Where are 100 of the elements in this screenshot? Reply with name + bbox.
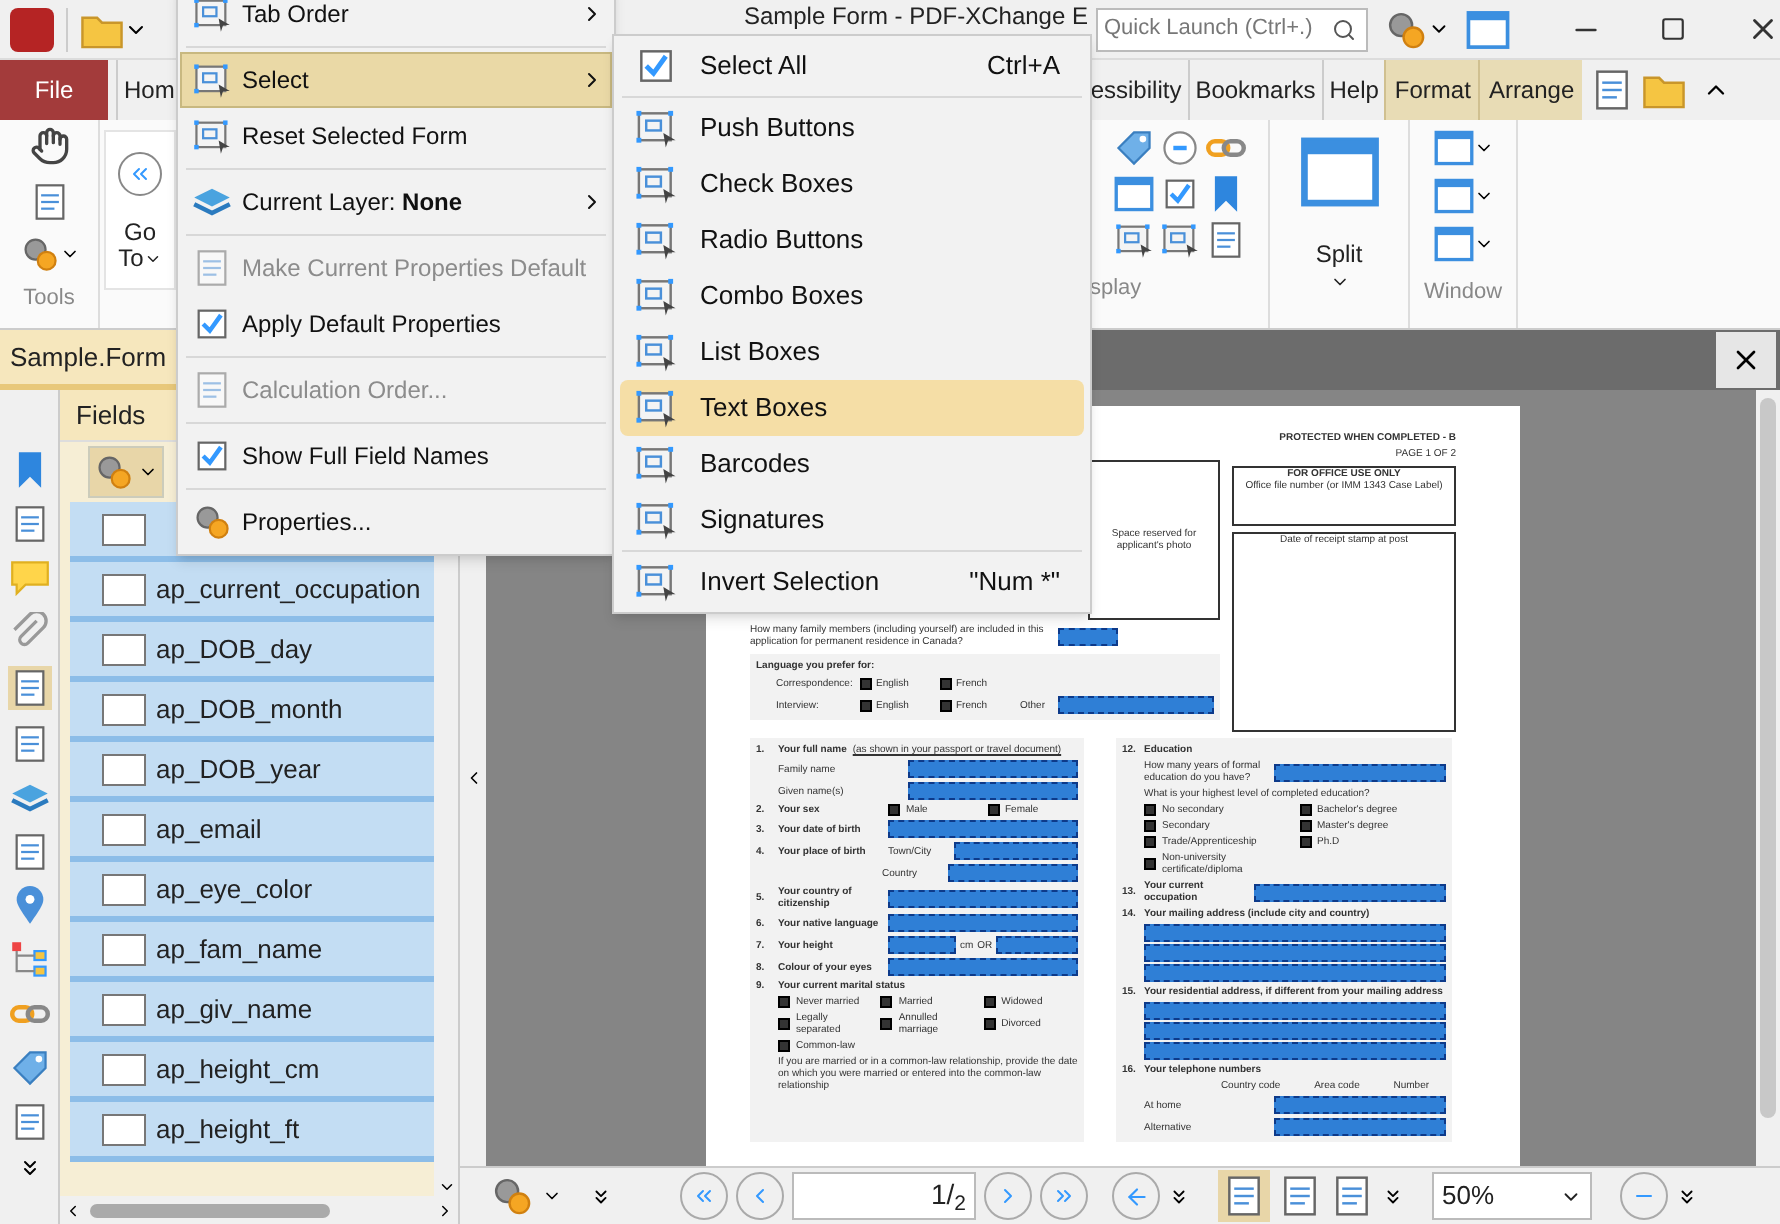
- form-input-field[interactable]: [1144, 1042, 1446, 1060]
- menu-item[interactable]: Current Layer: None: [180, 174, 612, 230]
- vertical-scrollbar[interactable]: [1756, 390, 1780, 1166]
- gear-icon[interactable]: [490, 1174, 534, 1218]
- window-icon[interactable]: [1113, 174, 1153, 214]
- form-input-field[interactable]: [1274, 1096, 1446, 1114]
- field-list-item[interactable]: ap_eye_color: [70, 862, 434, 922]
- checkbox[interactable]: [1144, 858, 1156, 870]
- form-input-field[interactable]: [888, 889, 1078, 907]
- next-page-button[interactable]: [984, 1172, 1032, 1220]
- options-button[interactable]: [88, 446, 164, 498]
- checkbox[interactable]: [987, 804, 999, 816]
- checkbox[interactable]: [1144, 820, 1156, 832]
- menu-item[interactable]: Reset Selected Form: [180, 108, 612, 164]
- form-field-icon[interactable]: [1159, 220, 1199, 260]
- ribbon-tab[interactable]: Format: [1384, 60, 1479, 120]
- checkbox[interactable]: [983, 1018, 996, 1030]
- menu-item[interactable]: List Boxes: [620, 324, 1084, 380]
- field-list-item[interactable]: ap_DOB_month: [70, 682, 434, 742]
- more-icon[interactable]: [1382, 1185, 1404, 1207]
- more-icon[interactable]: [590, 1185, 612, 1207]
- menu-item[interactable]: Select All Ctrl+A: [620, 38, 1084, 94]
- form-input-field[interactable]: [888, 820, 1078, 838]
- quick-launch-field[interactable]: Quick Launch (Ctrl+.): [1096, 7, 1368, 51]
- menu-item[interactable]: Select: [180, 52, 612, 108]
- tree-icon[interactable]: [9, 940, 49, 980]
- checkbox[interactable]: [1144, 836, 1156, 848]
- field-list-item[interactable]: ap_giv_name: [70, 982, 434, 1042]
- form-input-field[interactable]: [1254, 883, 1446, 901]
- field-list-item[interactable]: ap_email: [70, 802, 434, 862]
- ribbon-tab[interactable]: Arrange: [1478, 60, 1583, 120]
- form-input-field[interactable]: [996, 936, 1078, 954]
- form-input-field[interactable]: [948, 864, 1078, 882]
- field-list-item[interactable]: ap_DOB_year: [70, 742, 434, 802]
- document-icon[interactable]: [1330, 1174, 1374, 1218]
- form-field-icon[interactable]: [1113, 220, 1153, 260]
- document-tab[interactable]: Sample.Form: [0, 330, 176, 390]
- form-input-field[interactable]: [1144, 1022, 1446, 1040]
- form-input-field[interactable]: [954, 842, 1078, 860]
- scroll-right-icon[interactable]: [436, 1201, 454, 1219]
- menu-item[interactable]: Signatures: [620, 492, 1084, 548]
- form-input-field[interactable]: [1144, 944, 1446, 962]
- form-input-field[interactable]: [1274, 1118, 1446, 1136]
- horizontal-scrollbar[interactable]: [60, 1196, 458, 1224]
- more-icon[interactable]: [1168, 1185, 1190, 1207]
- form-input-field[interactable]: [1144, 1002, 1446, 1020]
- close-document-button[interactable]: [1716, 332, 1776, 388]
- menu-item[interactable]: Tab Order: [180, 0, 612, 42]
- form-input-field[interactable]: [1144, 964, 1446, 982]
- scroll-left-icon[interactable]: [64, 1201, 82, 1219]
- gear-icon[interactable]: [1384, 7, 1428, 51]
- document-icon[interactable]: [1222, 1174, 1266, 1218]
- menu-item[interactable]: Barcodes: [620, 436, 1084, 492]
- checkbox[interactable]: [778, 1018, 790, 1030]
- checkbox[interactable]: [1299, 804, 1311, 816]
- tag-icon[interactable]: [9, 1048, 49, 1088]
- last-page-button[interactable]: [1040, 1172, 1088, 1220]
- menu-item[interactable]: Show Full Field Names: [180, 428, 612, 484]
- more-icon[interactable]: [1676, 1185, 1698, 1207]
- form-input-field[interactable]: [1058, 627, 1118, 645]
- first-page-button[interactable]: [680, 1172, 728, 1220]
- menu-item[interactable]: Apply Default Properties: [180, 296, 612, 352]
- zoom-select[interactable]: 50%: [1432, 1172, 1592, 1220]
- form-input-field[interactable]: [1144, 924, 1446, 942]
- window-icon[interactable]: [1466, 7, 1510, 51]
- field-list-item[interactable]: ap_height_ft: [70, 1102, 434, 1162]
- zoom-out-icon[interactable]: [1159, 128, 1199, 168]
- menu-item[interactable]: Radio Buttons: [620, 212, 1084, 268]
- form-input-field[interactable]: [908, 760, 1078, 778]
- form-input-field[interactable]: [888, 914, 1078, 932]
- field-list-item[interactable]: ap_DOB_day: [70, 622, 434, 682]
- tag-icon[interactable]: [1113, 128, 1153, 168]
- checkbox[interactable]: [778, 1040, 790, 1052]
- menu-item[interactable]: Check Boxes: [620, 156, 1084, 212]
- checkbox[interactable]: [1299, 836, 1311, 848]
- hand-tool-icon[interactable]: [29, 126, 69, 166]
- gear-icon[interactable]: [19, 234, 59, 274]
- caret-icon[interactable]: [437, 1178, 455, 1196]
- menu-item[interactable]: Invert Selection "Num *": [620, 554, 1084, 610]
- split-button[interactable]: Split: [1270, 120, 1410, 328]
- ribbon-tab[interactable]: File: [0, 60, 108, 120]
- checkbox[interactable]: [778, 996, 790, 1008]
- checkbox[interactable]: [940, 699, 952, 711]
- field-list-item[interactable]: ap_height_cm: [70, 1042, 434, 1102]
- checkbox[interactable]: [880, 996, 893, 1008]
- checkbox[interactable]: [983, 996, 996, 1008]
- form-input-field[interactable]: [888, 958, 1078, 976]
- menu-item[interactable]: Combo Boxes: [620, 268, 1084, 324]
- paperclip-icon[interactable]: [9, 612, 49, 652]
- checkbox[interactable]: [1144, 804, 1156, 816]
- field-list-item[interactable]: ap_fam_name: [70, 922, 434, 982]
- menu-item[interactable]: Text Boxes: [620, 380, 1084, 436]
- previous-page-button[interactable]: [736, 1172, 784, 1220]
- checkbox[interactable]: [860, 678, 872, 690]
- form-input-field[interactable]: [908, 782, 1078, 800]
- go-to-button[interactable]: Go To: [104, 130, 176, 290]
- checkbox[interactable]: [940, 678, 952, 690]
- page-number-field[interactable]: 1/$_{2}$: [792, 1172, 976, 1220]
- document-icon[interactable]: [1278, 1174, 1322, 1218]
- checkbox[interactable]: [860, 699, 872, 711]
